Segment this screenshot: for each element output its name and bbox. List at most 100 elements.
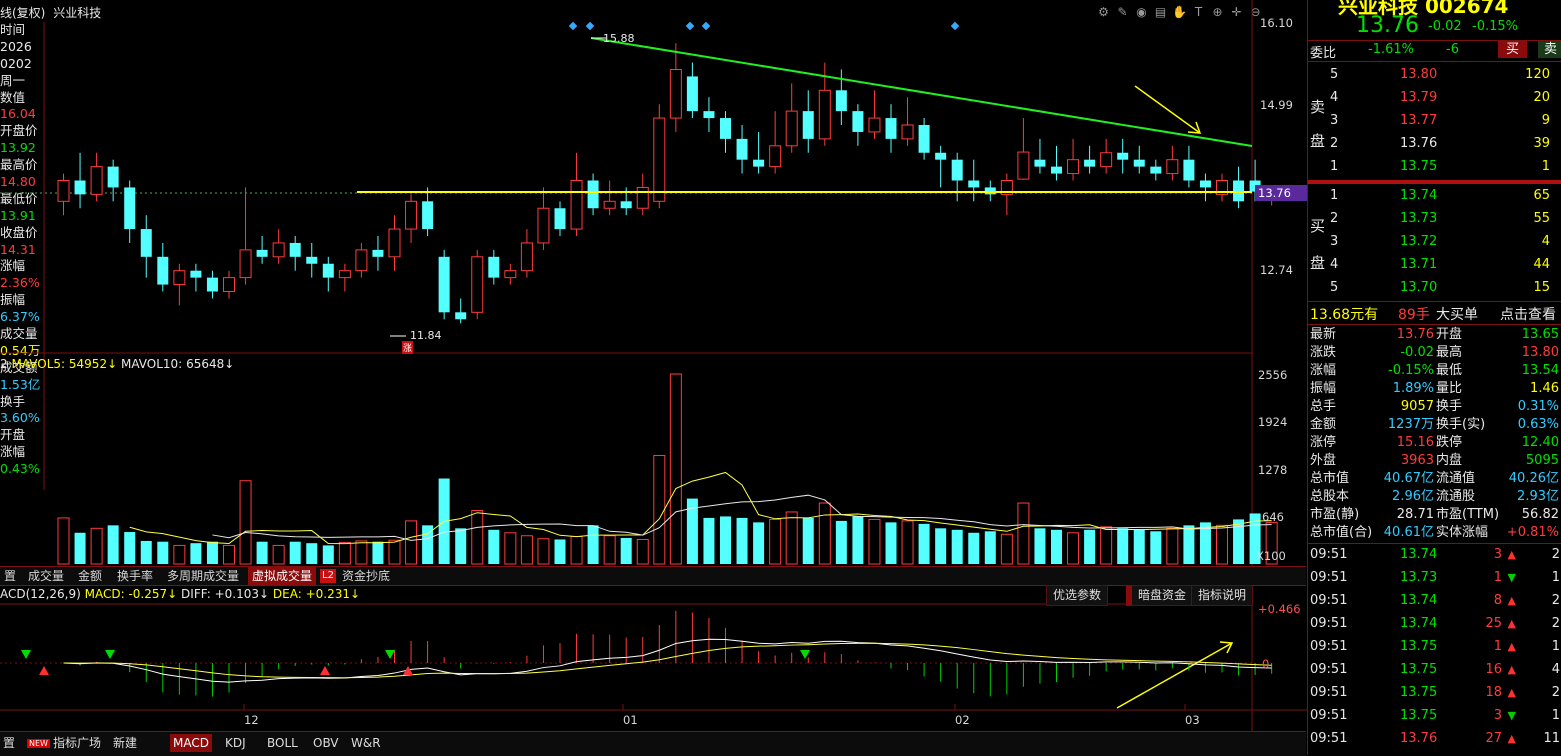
volume-bar [1017, 502, 1030, 565]
tab-2[interactable]: 金额 [74, 567, 106, 585]
bottom-tab-2[interactable]: 新建 [110, 734, 140, 752]
volume-bar [570, 535, 583, 565]
bottom-tab-0[interactable]: 置 [0, 734, 18, 752]
volume-bar [703, 517, 715, 564]
stat-value: 13.54 [1521, 363, 1559, 378]
volume-bar [720, 516, 731, 564]
volume-bar [239, 480, 252, 565]
volume-bar [620, 537, 632, 564]
macd-name: ACD(12,26,9) [0, 587, 81, 601]
tick-price: 13.74 [1400, 593, 1438, 608]
stat-row: 市盈(静) 28.71 市盈(TTM) 56.82 [1308, 506, 1561, 524]
stat-label: 实体涨幅 [1436, 525, 1489, 540]
bids-row[interactable]: 2 13.73 55 [1308, 207, 1561, 230]
bids-row[interactable]: 5 13.70 15 [1308, 276, 1561, 299]
candle [1183, 145, 1195, 188]
asks-row[interactable]: 2 13.76 39 [1308, 132, 1561, 155]
buy-signal-icon [320, 666, 330, 675]
stat-label: 总手 [1310, 399, 1337, 414]
tab-3[interactable]: 换手率 [113, 567, 157, 585]
volume-bar [74, 532, 86, 564]
sell-button[interactable]: 卖 [1538, 41, 1561, 58]
stat-row: 外盘 3963 内盘 5095 [1308, 452, 1561, 470]
candle [173, 263, 186, 306]
tick-volume: 27 [1485, 731, 1502, 746]
stat-value: 0.63% [1517, 417, 1559, 432]
tick-volume: 25 [1485, 616, 1502, 631]
bids-row[interactable]: 3 13.72 4 [1308, 230, 1561, 253]
asks-row[interactable]: 1 13.75 1 [1308, 155, 1561, 178]
price-axis-low: 12.74 [1260, 263, 1293, 277]
stat-row: 振幅 1.89% 量比 1.46 [1308, 380, 1561, 398]
volume-bar [951, 529, 963, 564]
tick-time: 09:51 [1310, 662, 1348, 677]
bids-row[interactable]: 1 13.74 65 [1308, 184, 1561, 207]
tab-1[interactable]: 成交量 [24, 567, 68, 585]
stat-label: 外盘 [1310, 453, 1337, 468]
stat-label: 市盈(静) [1310, 507, 1360, 522]
candle [438, 249, 450, 320]
bottom-tab-6[interactable]: OBV [310, 734, 342, 752]
volume-bar [918, 523, 930, 564]
mavol5-label: MAVOL5: [11, 357, 66, 371]
stat-value: 3963 [1400, 453, 1434, 468]
stat-value: 5095 [1525, 453, 1559, 468]
asks-row[interactable]: 3 13.77 9 [1308, 109, 1561, 132]
bottom-tab-4[interactable]: KDJ [222, 734, 249, 752]
down-arrow-icon: ↓ [167, 587, 178, 601]
volume-bar [968, 532, 980, 564]
candle [901, 97, 914, 146]
explain-button[interactable]: 指标说明 [1191, 585, 1254, 606]
stat-value: 13.65 [1521, 327, 1559, 342]
candle [1150, 159, 1162, 181]
bottom-tab-3[interactable]: MACD [170, 734, 212, 752]
candle [504, 263, 517, 285]
sell-signal-icon [385, 650, 395, 659]
tab-0[interactable]: 置 [0, 567, 20, 585]
stat-label: 总市值 [1310, 471, 1350, 486]
level-no: 1 [1330, 159, 1339, 174]
tab-4[interactable]: 多周期成交量 [163, 567, 243, 585]
candle [1017, 118, 1030, 180]
dark-funds-button[interactable]: 暗盘资金 [1126, 585, 1194, 606]
stat-label: 流通股 [1436, 489, 1476, 504]
tab-5[interactable]: 虚拟成交量 [248, 567, 317, 585]
volume-bar [157, 541, 169, 564]
candle [868, 90, 881, 139]
big-order-link[interactable]: 点击查看 [1500, 304, 1556, 324]
level-no: 4 [1330, 257, 1339, 272]
level-price: 13.70 [1400, 280, 1438, 295]
bottom-tab-1[interactable]: NEW 指标广场 [24, 734, 104, 752]
down-arrow-icon: ↓ [259, 587, 270, 601]
params-button[interactable]: 优选参数 [1046, 585, 1109, 606]
tab-6[interactable]: L2 [320, 569, 336, 583]
bids-row[interactable]: 4 13.71 44 [1308, 253, 1561, 276]
stat-label: 最新 [1310, 327, 1337, 342]
stat-row: 涨停 15.16 跌停 12.40 [1308, 434, 1561, 452]
sell-signal-icon [21, 650, 31, 659]
tick-row: 09:51 13.74 3 ▲ 2 [1308, 543, 1561, 566]
bottom-tab-5[interactable]: BOLL [264, 734, 301, 752]
candle [603, 180, 616, 216]
level-price: 13.74 [1400, 188, 1438, 203]
volume-bar [901, 520, 914, 565]
asks-row[interactable]: 5 13.80 120 [1308, 63, 1561, 86]
candle [951, 152, 963, 202]
stat-row: 总股本 2.96亿 流通股 2.93亿 [1308, 488, 1561, 506]
candle [636, 173, 649, 216]
bottom-tab-7[interactable]: W&R [348, 734, 384, 752]
candle [720, 111, 731, 153]
buy-signal-icon [39, 666, 49, 675]
tab-7[interactable]: 资金抄底 [338, 567, 394, 585]
volume-bar [173, 544, 186, 565]
asks-row[interactable]: 4 13.79 20 [1308, 86, 1561, 109]
volume-bar [90, 527, 103, 565]
buy-button[interactable]: 买 [1498, 41, 1528, 58]
bottom-tab-label: KDJ [225, 736, 246, 750]
volume-bar [802, 517, 814, 564]
volume-bar [818, 502, 831, 565]
weibi-label: 委比 [1310, 46, 1337, 61]
volume-bar [653, 454, 666, 565]
tick-volume: 1 [1493, 570, 1502, 585]
up-arrow-icon: ▲ [1507, 594, 1516, 607]
